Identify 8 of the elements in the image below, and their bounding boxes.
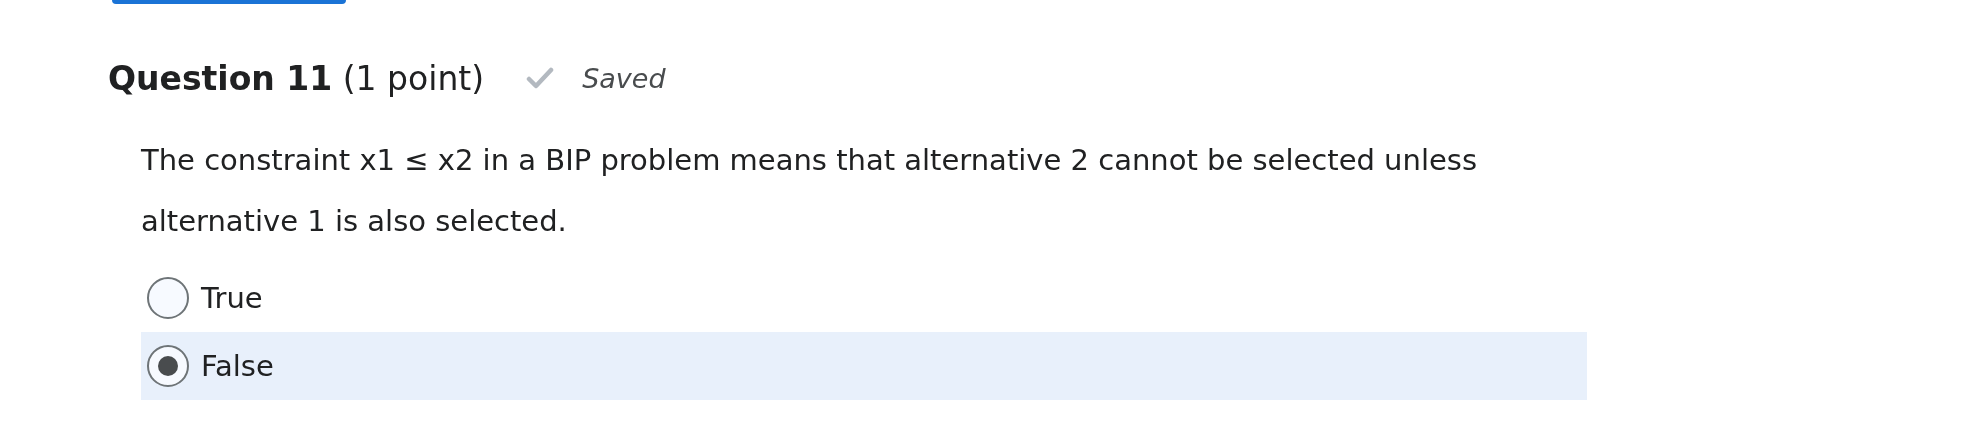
question-title: Question 11 (1 point): [108, 58, 485, 98]
saved-status: Saved: [582, 62, 666, 94]
radio-button[interactable]: [147, 277, 189, 319]
check-icon: [526, 67, 555, 89]
radio-button[interactable]: [147, 345, 189, 387]
answer-option[interactable]: True: [141, 264, 1587, 332]
answer-option[interactable]: False: [141, 332, 1587, 400]
question-text: The constraint x1 ≤ x2 in a BIP problem means that alternative 2 cannot be selected unless alternative 1 is also selected.: [141, 142, 1478, 240]
